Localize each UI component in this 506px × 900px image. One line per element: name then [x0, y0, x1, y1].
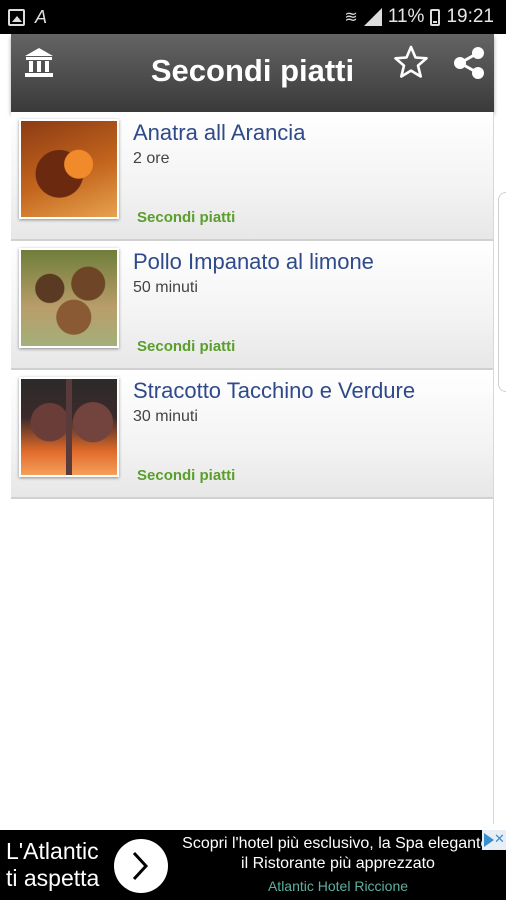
- gallery-icon: [8, 9, 25, 26]
- edge-panel-handle[interactable]: [498, 192, 506, 392]
- status-bar: A ≋ 11% 19:21: [0, 0, 506, 34]
- recipe-category: Secondi piatti: [137, 209, 236, 226]
- recipe-title: Anatra all Arancia: [133, 120, 306, 145]
- battery-icon: [430, 8, 441, 26]
- recipe-thumbnail: [19, 119, 119, 219]
- close-icon[interactable]: ✕: [494, 832, 506, 846]
- recipe-title: Stracotto Tacchino e Verdure: [133, 378, 416, 403]
- ad-choices-button[interactable]: ✕: [482, 830, 506, 850]
- recipe-time: 30 minuti: [133, 408, 198, 425]
- list-item[interactable]: Stracotto Tacchino e Verdure 30 minuti S…: [11, 370, 494, 499]
- ad-text: Scopri l'hotel più esclusivo, la Spa ele…: [182, 835, 494, 872]
- share-icon[interactable]: [451, 46, 487, 80]
- font-icon: A: [35, 7, 48, 27]
- ad-brand: L'Atlantic ti aspetta: [6, 838, 99, 892]
- ad-brand-line1: L'Atlantic: [6, 838, 99, 864]
- recipe-time: 50 minuti: [133, 279, 198, 296]
- recipe-thumbnail: [19, 377, 119, 477]
- clock: 19:21: [446, 6, 494, 27]
- toolbar: Secondi piatti: [11, 34, 494, 112]
- ad-choices-icon: [484, 833, 494, 847]
- battery-percent: 11%: [387, 6, 425, 27]
- recipe-title: Pollo Impanato al limone: [133, 249, 374, 274]
- wifi-icon: ≋: [344, 9, 358, 26]
- recipe-list: Anatra all Arancia 2 ore Secondi piatti …: [11, 112, 494, 499]
- recipe-time: 2 ore: [133, 150, 170, 167]
- chevron-right-icon: [132, 851, 149, 881]
- star-icon[interactable]: [393, 44, 429, 80]
- list-item[interactable]: Anatra all Arancia 2 ore Secondi piatti: [11, 112, 494, 241]
- signal-icon: [363, 8, 382, 26]
- ad-brand-line2: ti aspetta: [6, 865, 100, 891]
- recipe-thumbnail: [19, 248, 119, 348]
- ad-advertiser: Atlantic Hotel Riccione: [267, 878, 409, 894]
- ad-banner[interactable]: L'Atlantic ti aspetta Scopri l'hotel più…: [0, 830, 506, 900]
- recipe-category: Secondi piatti: [137, 467, 236, 484]
- recipe-category: Secondi piatti: [137, 338, 236, 355]
- list-item[interactable]: Pollo Impanato al limone 50 minuti Secon…: [11, 241, 494, 370]
